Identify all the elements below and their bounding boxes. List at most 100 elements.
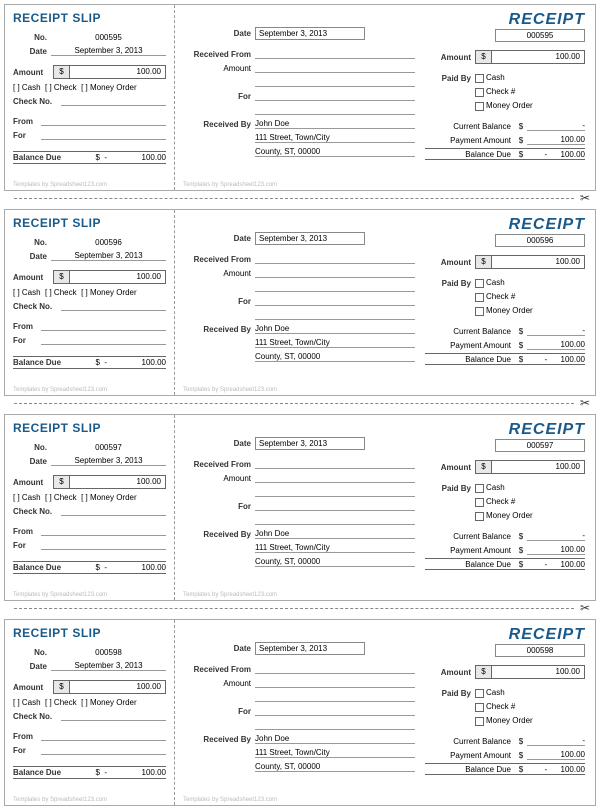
money-order-option: [ ] Money Order [81,82,137,93]
for-main-value [255,296,415,306]
current-balance-value: - [527,736,585,746]
cash-option: [ ] Cash [13,492,41,503]
label-amount: Amount [13,478,53,487]
address-line-1: 111 Street, Town/City [255,543,415,553]
scissor-cut-line: ✂ [0,601,600,615]
label-amount-main: Amount [425,258,475,267]
address-line-2: County, ST, 00000 [255,147,415,157]
for-value [41,540,166,550]
money-order-option: [ ] Money Order [81,697,137,708]
amount-text-value [255,268,415,278]
checkbox-money-order [475,102,484,111]
received-from-value [255,664,415,674]
label-date-main: Date [185,439,255,448]
label-amount-sub: Amount [185,64,255,73]
slip-balance-value: 100.00 [142,153,166,162]
receipt-title: RECEIPT [425,421,585,439]
received-by-value: John Doe [255,529,415,539]
address-line-1: 111 Street, Town/City [255,748,415,758]
label-current-balance: Current Balance [425,532,515,541]
checkbox-money-order [475,717,484,726]
main-no-value: 000596 [495,234,585,247]
cash-option: [ ] Cash [13,697,41,708]
label-received-from: Received From [185,255,255,264]
label-from: From [13,117,41,126]
address-line-1: 111 Street, Town/City [255,338,415,348]
slip-balance-row: Balance Due $ - 100.00 [13,766,166,779]
label-received-by: Received By [185,120,255,129]
slip-balance-value: 100.00 [142,563,166,572]
label-received-from: Received From [185,460,255,469]
label-amount-main: Amount [425,668,475,677]
checkbox-check [475,293,484,302]
amount-box-main: $100.00 [475,50,585,64]
main-date-value: September 3, 2013 [255,437,365,450]
check-option: [ ] Check [45,697,77,708]
payment-amount-value: 100.00 [527,750,585,760]
template-credit-main: Templates by Spreadsheet123.com [183,797,277,803]
for-value [41,130,166,140]
label-amount-main: Amount [425,463,475,472]
slip-title: RECEIPT SLIP [13,421,166,435]
for-main-value [255,706,415,716]
label-for-main: For [185,502,255,511]
label-received-by: Received By [185,735,255,744]
label-amount: Amount [13,68,53,77]
checkbox-cash [475,279,484,288]
label-paid-by: Paid By [425,279,475,288]
current-balance-value: - [527,326,585,336]
label-for-main: For [185,707,255,716]
label-balance-due-main: Balance Due [425,560,515,569]
slip-balance-row: Balance Due $ - 100.00 [13,151,166,164]
check-no-value [61,96,166,106]
label-received-by: Received By [185,530,255,539]
label-from: From [13,322,41,331]
receipt-main-panel: DateSeptember 3, 2013 Received From Amou… [175,5,595,190]
address-line-1: 111 Street, Town/City [255,133,415,143]
label-balance-due: Balance Due [13,358,61,367]
for-main-value [255,91,415,101]
slip-balance-row: Balance Due $ - 100.00 [13,561,166,574]
received-by-value: John Doe [255,119,415,129]
checkbox-cash [475,74,484,83]
for-value [41,745,166,755]
label-payment-amount: Payment Amount [425,136,515,145]
slip-title: RECEIPT SLIP [13,216,166,230]
address-line-2: County, ST, 00000 [255,352,415,362]
slip-no-value: 000596 [51,238,166,247]
checkbox-money-order [475,512,484,521]
payment-method-row: [ ] Cash [ ] Check [ ] Money Order [13,81,166,93]
main-amount-value: 100.00 [492,461,584,473]
checkbox-check [475,703,484,712]
checkbox-check [475,498,484,507]
address-line-2: County, ST, 00000 [255,762,415,772]
slip-balance-row: Balance Due $ - 100.00 [13,356,166,369]
label-no: No. [13,33,51,42]
label-date: Date [13,662,51,671]
template-credit-main: Templates by Spreadsheet123.com [183,592,277,598]
label-current-balance: Current Balance [425,122,515,131]
check-option: [ ] Check [45,287,77,298]
slip-no-value: 000597 [51,443,166,452]
label-current-balance: Current Balance [425,737,515,746]
balance-due-main-value: 100.00 [561,355,585,364]
check-option: [ ] Check [45,82,77,93]
label-paid-by: Paid By [425,484,475,493]
label-from: From [13,732,41,741]
label-paid-by: Paid By [425,74,475,83]
receipt-slip-panel: RECEIPT SLIP No.000598 DateSeptember 3, … [5,620,175,805]
main-no-value: 000597 [495,439,585,452]
for-value [41,335,166,345]
label-balance-due-main: Balance Due [425,355,515,364]
receipt-title: RECEIPT [425,216,585,234]
label-amount-main: Amount [425,53,475,62]
payment-amount-value: 100.00 [527,135,585,145]
amount-text-value [255,63,415,73]
slip-amount-value: 100.00 [70,681,165,693]
amount-box: $100.00 [53,475,166,489]
address-line-2: County, ST, 00000 [255,557,415,567]
label-no: No. [13,443,51,452]
label-amount-sub: Amount [185,474,255,483]
main-amount-value: 100.00 [492,666,584,678]
label-payment-amount: Payment Amount [425,546,515,555]
